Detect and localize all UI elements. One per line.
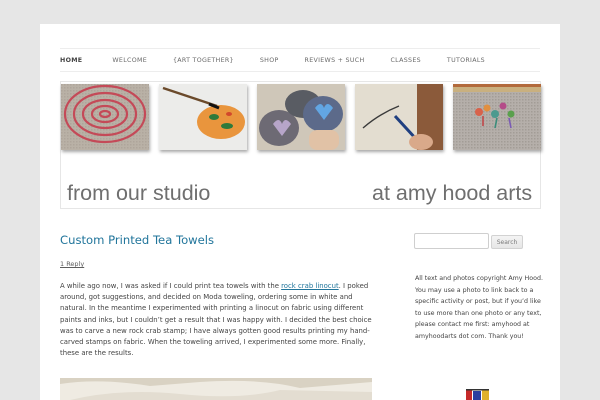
banner-photo-spiral — [61, 84, 149, 150]
post-title[interactable]: Custom Printed Tea Towels — [60, 233, 214, 247]
banner-caption-left: from our studio — [67, 181, 211, 205]
header-banner[interactable]: from our studio at amy hood arts — [60, 81, 541, 209]
rock-crab-linocut-link[interactable]: rock crab linocut — [281, 282, 339, 290]
reply-link[interactable]: 1 Reply — [60, 260, 84, 268]
nav-item-home[interactable]: HOME — [60, 57, 82, 64]
nav-item-welcome[interactable]: WELCOME — [112, 57, 147, 64]
banner-photo-drawing — [355, 84, 443, 150]
page-container: HOME WELCOME {ART TOGETHER} SHOP REVIEWS… — [40, 24, 560, 400]
post-text-intro: A while ago now, I was asked if I could … — [60, 282, 282, 290]
banner-photo-painted-stone — [159, 84, 247, 150]
nav-item-art-together[interactable]: {ART TOGETHER} — [173, 57, 234, 64]
search-input[interactable] — [414, 233, 489, 249]
nav-item-classes[interactable]: CLASSES — [390, 57, 420, 64]
banner-caption-right: at amy hood arts — [372, 181, 533, 205]
post-text-rest: . I poked around, got suggestions, and d… — [60, 282, 372, 358]
nav-item-reviews[interactable]: REVIEWS + SUCH — [305, 57, 365, 64]
main-navigation: HOME WELCOME {ART TOGETHER} SHOP REVIEWS… — [60, 48, 540, 72]
banner-photo-heart-stones — [257, 84, 345, 150]
sidebar-art-logo[interactable] — [426, 386, 538, 400]
search-button[interactable]: Search — [491, 235, 523, 249]
nav-item-shop[interactable]: SHOP — [260, 57, 279, 64]
post-photo-tea-towels — [60, 378, 372, 400]
nav-item-tutorials[interactable]: TUTORIALS — [447, 57, 485, 64]
sidebar-copyright-text: All text and photos copyright Amy Hood. … — [415, 275, 543, 340]
post-body: A while ago now, I was asked if I could … — [60, 281, 374, 359]
banner-photo-stitched-letters — [453, 84, 541, 150]
